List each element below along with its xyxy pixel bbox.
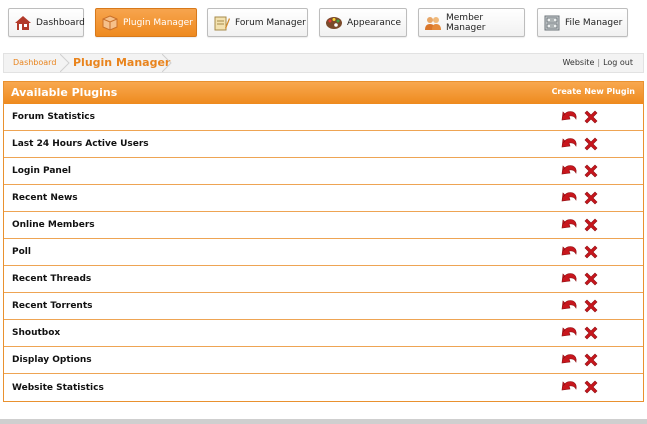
plugin-name: Login Panel [12,166,72,176]
plugin-actions [560,162,600,180]
plugin-row: Last 24 Hours Active Users [4,131,643,158]
plugin-actions [560,324,600,342]
panel-header: Available Plugins Create New Plugin [4,82,643,104]
plugin-row: Recent News [4,185,643,212]
plugin-row: Recent Threads [4,266,643,293]
account-links: Website | Log out [562,58,633,67]
undo-arrow-icon[interactable] [560,243,578,261]
plugin-actions [560,270,600,288]
pencil-paper-icon [213,14,231,32]
nav-label: Dashboard [36,17,85,28]
plugin-row: Website Statistics [4,374,643,401]
breadcrumb: Dashboard Plugin Manager Website | Log out [3,53,644,73]
plugin-actions [560,216,600,234]
plugin-name: Display Options [12,355,92,365]
breadcrumb-separator-icon [162,54,172,72]
plugin-row: Login Panel [4,158,643,185]
delete-x-icon[interactable] [582,135,600,153]
plugin-actions [560,378,600,396]
nav-label: Appearance [347,17,402,28]
plugin-actions [560,135,600,153]
plugin-actions [560,297,600,315]
plugin-name: Recent News [12,193,78,203]
plugin-name: Last 24 Hours Active Users [12,139,149,149]
delete-x-icon[interactable] [582,243,600,261]
create-new-plugin-link[interactable]: Create New Plugin [552,87,635,96]
link-separator: | [597,58,601,67]
plugin-actions [560,243,600,261]
undo-arrow-icon[interactable] [560,189,578,207]
plugin-row: Poll [4,239,643,266]
plugins-panel: Available Plugins Create New Plugin Foru… [3,81,644,402]
breadcrumb-separator-icon [60,54,70,72]
undo-arrow-icon[interactable] [560,135,578,153]
plugin-list: Forum Statistics Last 24 Hours Active Us… [4,104,643,401]
page-bottom-border [0,419,647,424]
nav-dashboard-button[interactable]: Dashboard [8,8,85,37]
delete-x-icon[interactable] [582,189,600,207]
house-icon [14,14,32,32]
users-icon [424,14,442,32]
undo-arrow-icon[interactable] [560,108,578,126]
nav-label: Forum Manager [235,17,306,28]
delete-x-icon[interactable] [582,270,600,288]
undo-arrow-icon[interactable] [560,297,578,315]
breadcrumb-dashboard-link[interactable]: Dashboard [13,58,56,67]
nav-file-manager-button[interactable]: File Manager [537,8,628,37]
nav-appearance-button[interactable]: Appearance [319,8,407,37]
undo-arrow-icon[interactable] [560,351,578,369]
delete-x-icon[interactable] [582,162,600,180]
undo-arrow-icon[interactable] [560,216,578,234]
breadcrumb-current: Plugin Manager [73,56,171,69]
delete-x-icon[interactable] [582,108,600,126]
delete-x-icon[interactable] [582,216,600,234]
nav-forum-manager-button[interactable]: Forum Manager [207,8,308,37]
plugin-row: Recent Torrents [4,293,643,320]
undo-arrow-icon[interactable] [560,270,578,288]
delete-x-icon[interactable] [582,378,600,396]
nav-member-manager-button[interactable]: Member Manager [418,8,525,37]
plugin-row: Shoutbox [4,320,643,347]
plugin-name: Online Members [12,220,95,230]
plugin-name: Website Statistics [12,382,104,393]
nav-label: File Manager [565,17,623,28]
website-link[interactable]: Website [562,58,594,67]
delete-x-icon[interactable] [582,297,600,315]
plugin-actions [560,189,600,207]
delete-x-icon[interactable] [582,351,600,369]
plugin-row: Forum Statistics [4,104,643,131]
nav-plugin-manager-button[interactable]: Plugin Manager [95,8,197,37]
undo-arrow-icon[interactable] [560,324,578,342]
undo-arrow-icon[interactable] [560,378,578,396]
plugin-name: Forum Statistics [12,112,96,122]
nav-label: Plugin Manager [123,17,193,28]
plugin-name: Poll [12,247,31,257]
palette-icon [325,14,343,32]
plugin-name: Shoutbox [12,328,61,338]
panel-title: Available Plugins [11,86,118,99]
plugin-actions [560,351,600,369]
plugin-actions [560,108,600,126]
logout-link[interactable]: Log out [603,58,633,67]
plugin-row: Display Options [4,347,643,374]
plugin-name: Recent Threads [12,274,92,284]
plugin-row: Online Members [4,212,643,239]
file-cabinet-icon [543,14,561,32]
undo-arrow-icon[interactable] [560,162,578,180]
nav-label: Member Manager [446,12,486,33]
plugin-name: Recent Torrents [12,301,93,311]
delete-x-icon[interactable] [582,324,600,342]
top-navigation: Dashboard Plugin Manager Forum Manager A… [8,8,639,38]
boxes-icon [101,14,119,32]
